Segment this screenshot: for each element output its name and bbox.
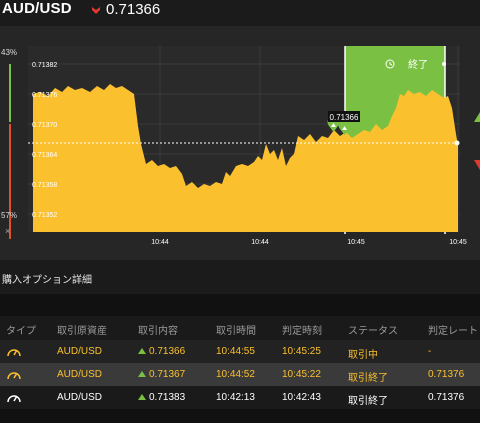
up-arrow-icon — [138, 394, 146, 400]
status-cell: 取引終了 — [348, 396, 388, 407]
table-row[interactable]: AUD/USD 0.71383 10:42:13 10:42:43 取引終了 0… — [0, 386, 480, 409]
column-header: 取引原資産 — [57, 326, 107, 337]
current-price-dot — [454, 140, 460, 146]
judge-time-cell: 10:45:22 — [282, 369, 321, 380]
content-cell: 0.71383 — [138, 392, 185, 403]
y-tick: 0.71370 — [32, 122, 57, 129]
table-header: タイプ 取引原資産 取引内容 取引時間 判定時刻 ステータス 判定レート — [0, 316, 480, 340]
expiry-handle[interactable] — [442, 62, 446, 66]
rate-cell: 0.71376 — [428, 392, 465, 403]
rate-cell: 0.71376 — [428, 369, 465, 380]
content-cell: 0.71367 — [138, 369, 185, 380]
x-tick: 10:45 — [449, 239, 467, 246]
gauge-icon — [7, 395, 21, 403]
y-tick: 0.71352 — [32, 212, 57, 219]
x-tick: 10:44 — [251, 239, 269, 246]
up-arrow-icon — [138, 371, 146, 377]
column-header: タイプ — [6, 326, 36, 337]
currency-pair[interactable]: AUD/USD — [2, 0, 72, 17]
up-indicator-icon — [474, 112, 480, 122]
asset-cell: AUD/USD — [57, 346, 103, 357]
marker-price: 0.71366 — [330, 113, 359, 122]
column-header: 判定レート — [428, 326, 478, 337]
header-bar: AUD/USD 0.71366 — [0, 0, 480, 22]
x-tick: 10:45 — [347, 239, 365, 246]
gauge-icon — [7, 372, 21, 380]
status-cell: 取引終了 — [348, 373, 388, 384]
column-header: ステータス — [348, 326, 398, 337]
gauge-icon — [7, 349, 21, 357]
y-tick: 0.71382 — [32, 62, 57, 69]
end-label: 終了 — [408, 58, 428, 71]
asset-cell: AUD/USD — [57, 392, 103, 403]
column-header: 取引内容 — [138, 326, 178, 337]
price-chart: 0.71366 終了 0.71382 0.71376 0.71370 0.713… — [28, 46, 480, 246]
judge-time-cell: 10:45:25 — [282, 346, 321, 357]
judge-time-cell: 10:42:43 — [282, 392, 321, 403]
options-table: タイプ 取引原資産 取引内容 取引時間 判定時刻 ステータス 判定レート AUD… — [0, 294, 480, 423]
up-arrow-icon — [138, 348, 146, 354]
content-cell: 0.71366 — [138, 346, 185, 357]
table-row[interactable]: AUD/USD 0.71366 10:44:55 10:45:25 取引中 - — [0, 340, 480, 363]
x-tick: 10:44 — [151, 239, 169, 246]
section-title: 購入オプション詳細 — [2, 275, 92, 286]
current-price: 0.71366 — [106, 1, 161, 18]
time-cell: 10:44:52 — [216, 369, 255, 380]
column-header: 取引時間 — [216, 326, 256, 337]
section-header: 購入オプション詳細 — [0, 260, 480, 294]
time-cell: 10:42:13 — [216, 392, 255, 403]
y-tick: 0.71358 — [32, 182, 57, 189]
down-indicator-icon — [474, 160, 480, 170]
down-arrow-icon — [92, 7, 100, 14]
y-tick: 0.71364 — [32, 152, 57, 159]
status-cell: 取引中 — [348, 350, 378, 361]
time-cell: 10:44:55 — [216, 346, 255, 357]
y-tick: 0.71376 — [32, 92, 57, 99]
rate-cell: - — [428, 346, 432, 357]
column-header: 判定時刻 — [282, 326, 322, 337]
table-row[interactable]: AUD/USD 0.71367 10:44:52 10:45:22 取引終了 0… — [0, 363, 480, 386]
asset-cell: AUD/USD — [57, 369, 103, 380]
